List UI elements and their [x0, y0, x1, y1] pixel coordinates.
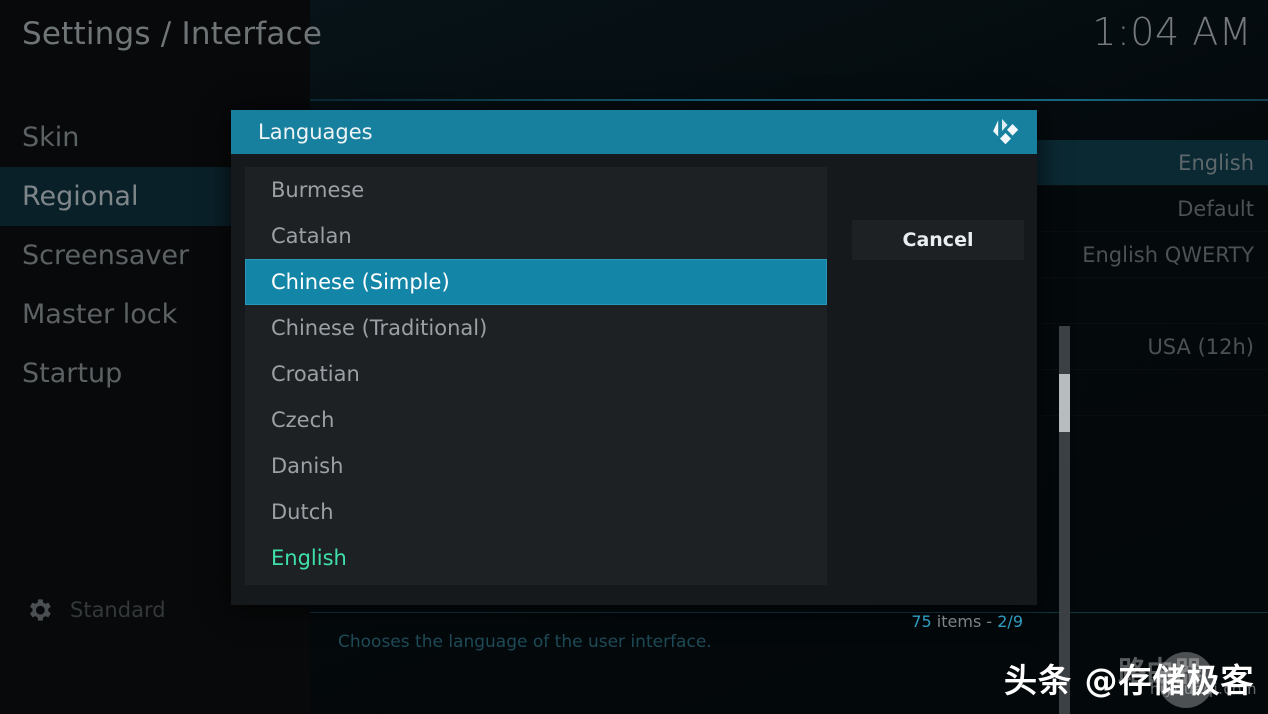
header-divider	[310, 99, 1268, 101]
setting-value-language[interactable]: English	[1025, 140, 1268, 186]
list-item-selected[interactable]: Chinese (Simple)	[245, 259, 827, 305]
list-item[interactable]: Dutch	[245, 489, 827, 535]
cancel-button[interactable]: Cancel	[852, 220, 1024, 260]
item-counter-separator: -	[986, 612, 993, 631]
help-description: Chooses the language of the user interfa…	[338, 632, 712, 652]
page-title: Settings / Interface	[22, 16, 323, 52]
watermark: 路由器 hiyoueqi.com 头条 @存储极客	[1000, 650, 1268, 710]
setting-value-spacer-1[interactable]	[1028, 278, 1268, 324]
list-item[interactable]: Croatian	[245, 351, 827, 397]
top-header-bar: Settings / Interface 1:04 AM	[0, 0, 1268, 100]
list-item[interactable]: Danish	[245, 443, 827, 489]
scrollbar-thumb[interactable]	[1059, 374, 1070, 432]
item-counter: 75 items - 2/9	[911, 612, 1023, 631]
item-counter-label: items	[936, 612, 982, 631]
settings-level-indicator[interactable]: Standard	[24, 595, 166, 625]
setting-value-keyboard-layout[interactable]: English QWERTY	[1028, 232, 1268, 278]
clock-display: 1:04 AM	[1092, 10, 1252, 54]
item-count: 75	[911, 612, 932, 631]
list-item[interactable]: Czech	[245, 397, 827, 443]
languages-list[interactable]: Burmese Catalan Chinese (Simple) Chinese…	[245, 167, 827, 585]
languages-dialog: Languages Burmese Catalan Chinese (Simpl…	[231, 110, 1070, 714]
list-item[interactable]: Chinese (Traditional)	[245, 305, 827, 351]
gear-icon	[24, 595, 54, 625]
list-item[interactable]: Catalan	[245, 213, 827, 259]
dialog-header: Languages	[231, 110, 1037, 154]
setting-value-charset[interactable]: Default	[1028, 186, 1268, 232]
settings-level-label: Standard	[70, 598, 166, 622]
kodi-settings-screen: Settings / Interface 1:04 AM Skin Region…	[0, 0, 1268, 714]
dialog-title: Languages	[258, 120, 373, 144]
page-indicator: 2/9	[997, 612, 1023, 631]
help-divider	[310, 612, 1268, 613]
list-item-current[interactable]: English	[245, 535, 827, 581]
dialog-body: Burmese Catalan Chinese (Simple) Chinese…	[231, 154, 1070, 714]
watermark-text: 头条 @存储极客	[1004, 661, 1255, 700]
list-item[interactable]: Burmese	[245, 167, 827, 213]
